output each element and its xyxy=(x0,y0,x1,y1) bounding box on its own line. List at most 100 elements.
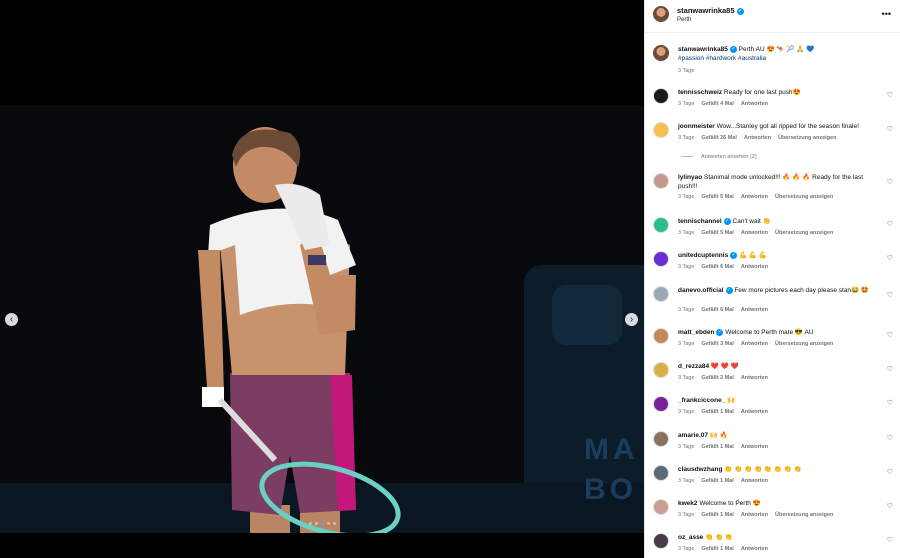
avatar[interactable] xyxy=(653,251,669,267)
heart-icon[interactable]: ♡ xyxy=(887,254,893,262)
comment-username[interactable]: unitedcuptennis xyxy=(678,252,728,259)
comment-age: 3 Tage xyxy=(678,307,695,313)
comment-username[interactable]: oz_asse xyxy=(678,534,703,541)
avatar[interactable] xyxy=(653,328,669,344)
reply-button[interactable]: Antworten xyxy=(741,341,768,347)
avatar[interactable] xyxy=(653,533,669,549)
verified-icon: ✓ xyxy=(729,45,737,53)
heart-icon[interactable]: ♡ xyxy=(887,399,893,407)
reply-button[interactable]: Antworten xyxy=(741,478,768,484)
heart-icon[interactable]: ♡ xyxy=(887,365,893,373)
heart-icon[interactable]: ♡ xyxy=(887,125,893,133)
reply-button[interactable]: Antworten xyxy=(741,546,768,552)
comment-text: Stanimal mode unlocked!!! 🔥 🔥 🔥 Ready fo… xyxy=(678,174,864,190)
comment-text: Ready for one last push😍 xyxy=(723,89,801,96)
comment-username[interactable]: tennischannel xyxy=(678,218,722,225)
verified-icon: ✓ xyxy=(736,7,744,15)
carousel-dot[interactable] xyxy=(333,522,336,525)
heart-icon[interactable]: ♡ xyxy=(887,434,893,442)
post-username[interactable]: stanwawrinka85 ✓ xyxy=(677,6,744,15)
comment-likes[interactable]: Gefällt 26 Mal xyxy=(701,135,736,141)
comment-text: Can't wait 👏 xyxy=(732,218,771,225)
comment-username[interactable]: clausdwzhang xyxy=(678,466,722,473)
comment-likes[interactable]: Gefällt 1 Mal xyxy=(701,478,733,484)
comments-panel: stanwawrinka85 ✓ Perth ••• stanwawrinka85… xyxy=(644,0,900,558)
translate-button[interactable]: Übersetzung anzeigen xyxy=(775,230,833,236)
translate-button[interactable]: Übersetzung anzeigen xyxy=(775,512,833,518)
avatar[interactable] xyxy=(653,362,669,378)
comment-username[interactable]: danevo.official xyxy=(678,287,724,294)
translate-button[interactable]: Übersetzung anzeigen xyxy=(775,341,833,347)
reply-button[interactable]: Antworten xyxy=(741,409,768,415)
heart-icon[interactable]: ♡ xyxy=(887,502,893,510)
heart-icon[interactable]: ♡ xyxy=(887,468,893,476)
comment-age: 3 Tage xyxy=(678,230,695,236)
avatar[interactable] xyxy=(653,173,669,189)
reply-button[interactable]: Antworten xyxy=(741,264,768,270)
avatar[interactable] xyxy=(653,286,669,302)
avatar[interactable] xyxy=(653,88,669,104)
previous-image-button[interactable]: ‹ xyxy=(5,313,18,326)
comment-likes[interactable]: Gefällt 6 Mal xyxy=(701,307,733,313)
carousel-dot[interactable] xyxy=(309,522,312,525)
translate-button[interactable]: Übersetzung anzeigen xyxy=(775,194,833,200)
heart-icon[interactable]: ♡ xyxy=(887,291,893,299)
heart-icon[interactable]: ♡ xyxy=(887,536,893,544)
avatar[interactable] xyxy=(653,465,669,481)
avatar[interactable] xyxy=(653,6,669,22)
reply-button[interactable]: Antworten xyxy=(741,101,768,107)
avatar[interactable] xyxy=(653,499,669,515)
heart-icon[interactable]: ♡ xyxy=(887,178,893,186)
comment-username[interactable]: d_rezza84 xyxy=(678,363,709,370)
avatar[interactable] xyxy=(653,396,669,412)
carousel-dot[interactable] xyxy=(327,522,330,525)
heart-icon[interactable]: ♡ xyxy=(887,220,893,228)
caption-hashtags[interactable]: #passion #hardwork #australia xyxy=(678,55,766,62)
carousel-dot[interactable] xyxy=(315,522,318,525)
avatar[interactable] xyxy=(653,45,669,61)
heart-icon[interactable]: ♡ xyxy=(887,331,893,339)
avatar[interactable] xyxy=(653,217,669,233)
post-photo: MA BO xyxy=(0,105,644,533)
next-image-button[interactable]: › xyxy=(625,313,638,326)
view-replies-button[interactable]: Antworten ansehen (2) xyxy=(681,154,757,160)
comment-likes[interactable]: Gefällt 5 Mal xyxy=(701,230,733,236)
comment-likes[interactable]: Gefällt 3 Mal xyxy=(701,341,733,347)
verified-icon: ✓ xyxy=(723,217,731,225)
comment-text: Welcome to Perth 😍 xyxy=(699,500,761,507)
comment-username[interactable]: tennisschweiz xyxy=(678,89,722,96)
background-seat xyxy=(552,285,622,345)
comment-username[interactable]: _frankciccone_ xyxy=(678,397,725,404)
reply-button[interactable]: Antworten xyxy=(744,135,771,141)
reply-button[interactable]: Antworten xyxy=(741,375,768,381)
heart-icon[interactable]: ♡ xyxy=(887,91,893,99)
comment-likes[interactable]: Gefällt 1 Mal xyxy=(701,546,733,552)
more-options-icon[interactable]: ••• xyxy=(882,9,891,19)
post-location[interactable]: Perth xyxy=(677,17,691,23)
reply-button[interactable]: Antworten xyxy=(741,307,768,313)
carousel-dot-active[interactable] xyxy=(321,522,324,525)
caption-username[interactable]: stanwawrinka85 xyxy=(678,46,728,53)
comment-likes[interactable]: Gefällt 1 Mal xyxy=(701,444,733,450)
comment-likes[interactable]: Gefällt 2 Mal xyxy=(701,375,733,381)
reply-button[interactable]: Antworten xyxy=(741,194,768,200)
reply-button[interactable]: Antworten xyxy=(741,444,768,450)
comment-likes[interactable]: Gefällt 1 Mal xyxy=(701,409,733,415)
comment-likes[interactable]: Gefällt 5 Mal xyxy=(701,194,733,200)
avatar[interactable] xyxy=(653,122,669,138)
comment-username[interactable]: matt_ebden xyxy=(678,329,714,336)
reply-button[interactable]: Antworten xyxy=(741,230,768,236)
comment-username[interactable]: kwek2 xyxy=(678,500,698,507)
comment-username[interactable]: lylinyao xyxy=(678,174,702,181)
comment-username[interactable]: amarie.07 xyxy=(678,432,708,439)
translate-button[interactable]: Übersetzung anzeigen xyxy=(778,135,836,141)
comment-age: 3 Tage xyxy=(678,444,695,450)
avatar[interactable] xyxy=(653,431,669,447)
comment-username[interactable]: joonmeister xyxy=(678,123,715,130)
comment-meta: 3 Tage Gefällt 1 Mal Antworten xyxy=(678,478,775,484)
comment-age: 3 Tage xyxy=(678,101,695,107)
comment-likes[interactable]: Gefällt 6 Mal xyxy=(701,264,733,270)
reply-button[interactable]: Antworten xyxy=(741,512,768,518)
comment-likes[interactable]: Gefällt 4 Mal xyxy=(701,101,733,107)
comment-likes[interactable]: Gefällt 1 Mal xyxy=(701,512,733,518)
